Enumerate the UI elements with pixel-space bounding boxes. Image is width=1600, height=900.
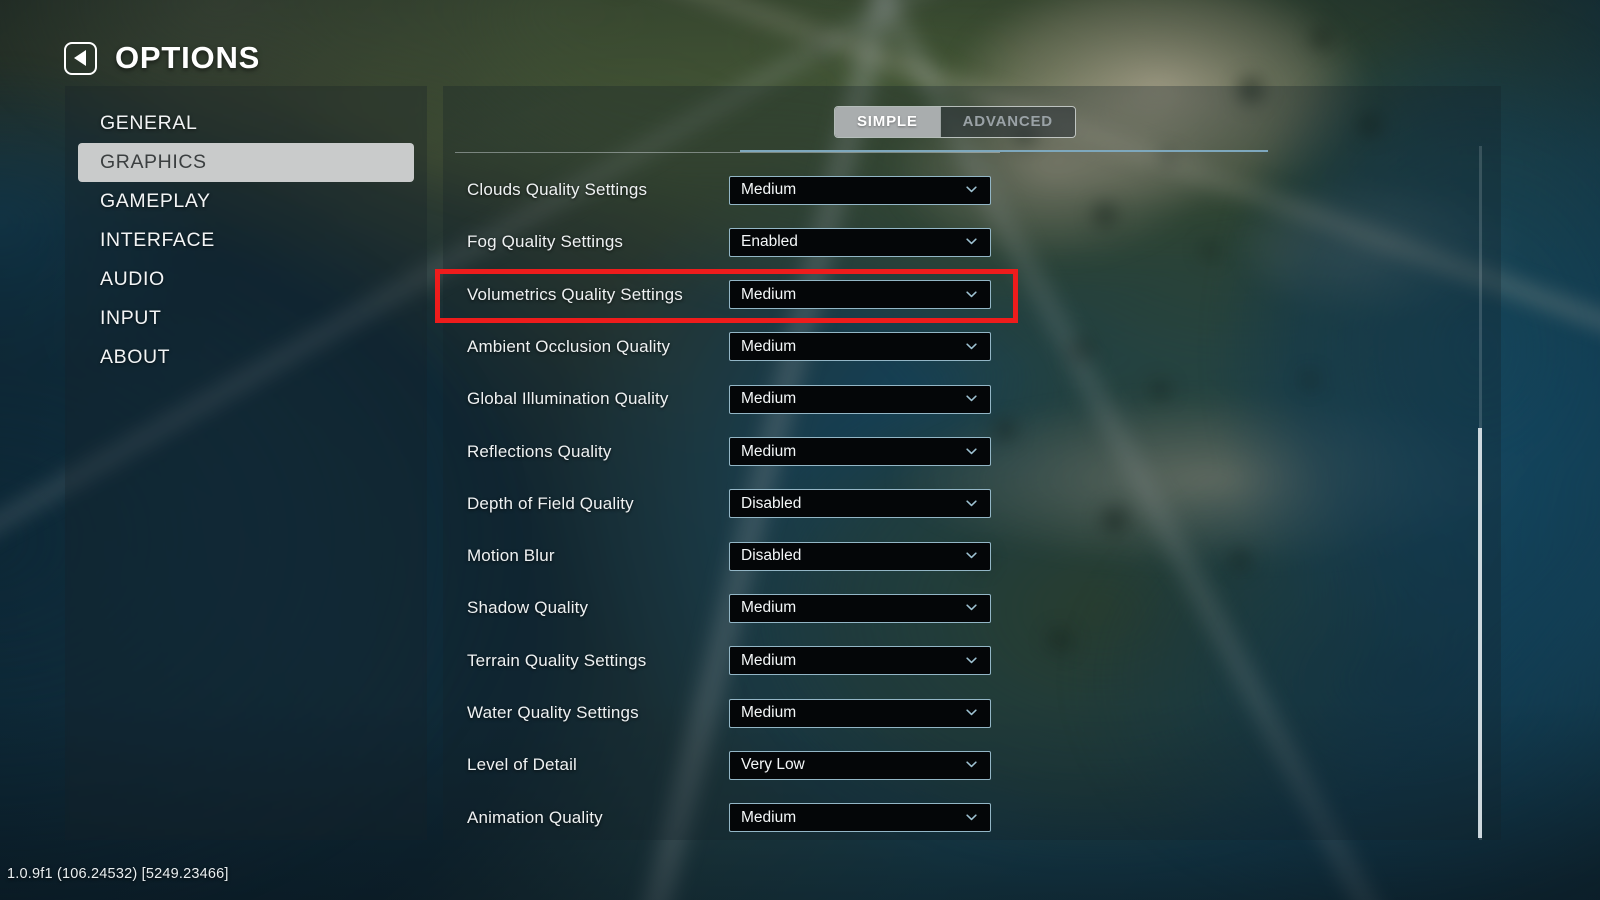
row-divider (455, 152, 1000, 153)
sidebar-item-label: GAMEPLAY (100, 190, 211, 212)
dropdown-value: Disabled (741, 494, 802, 512)
sidebar-item-label: GRAPHICS (100, 151, 207, 173)
setting-dropdown[interactable]: Very Low (729, 750, 991, 780)
setting-label: Volumetrics Quality Settings (467, 284, 683, 304)
chevron-down-icon (965, 392, 978, 405)
dropdown-value: Medium (741, 337, 797, 355)
setting-label: Clouds Quality Settings (467, 180, 648, 199)
back-arrow-icon (73, 50, 86, 66)
setting-dropdown[interactable]: Medium (729, 593, 991, 623)
setting-dropdown[interactable]: Disabled (729, 489, 991, 519)
sidebar-item-gameplay[interactable]: GAMEPLAY (78, 182, 414, 221)
back-button[interactable] (64, 41, 97, 75)
chevron-down-icon (965, 706, 978, 719)
sidebar-item-label: GENERAL (100, 112, 198, 134)
sidebar-item-interface[interactable]: INTERFACE (78, 221, 414, 260)
chevron-down-icon (965, 235, 978, 248)
setting-row: Shadow Quality Medium (467, 590, 1477, 626)
dropdown-value: Enabled (741, 233, 798, 251)
sidebar-item-label: ABOUT (100, 346, 171, 368)
setting-label: Ambient Occlusion Quality (467, 336, 671, 356)
dropdown-value: Medium (741, 390, 797, 408)
sidebar-item-graphics[interactable]: GRAPHICS (78, 143, 414, 182)
dropdown-value: Very Low (741, 756, 805, 774)
setting-dropdown[interactable]: Enabled (729, 227, 991, 257)
setting-dropdown[interactable]: Medium (729, 280, 991, 310)
chevron-down-icon (965, 758, 978, 771)
setting-row: Ambient Occlusion Quality Medium (467, 329, 1477, 365)
sidebar-item-about[interactable]: ABOUT (78, 338, 414, 377)
setting-row: Water Quality Settings Medium (467, 695, 1477, 731)
setting-label: Global Illumination Quality (467, 389, 669, 409)
setting-dropdown[interactable]: Medium (729, 698, 991, 728)
sidebar-item-audio[interactable]: AUDIO (78, 260, 414, 299)
setting-label: Reflections Quality (467, 441, 612, 461)
setting-label: Terrain Quality Settings (467, 650, 647, 670)
chevron-down-icon (965, 183, 978, 196)
setting-row: Animation Quality Medium (467, 800, 1477, 836)
scrollbar-thumb[interactable] (1478, 428, 1482, 838)
chevron-down-icon (965, 549, 978, 562)
setting-label: Fog Quality Settings (467, 232, 624, 252)
page-header: OPTIONS (64, 40, 260, 76)
version-label: 1.0.9f1 (106.24532) [5249.23466] (7, 866, 229, 882)
chevron-down-icon (965, 601, 978, 614)
dropdown-value: Medium (741, 704, 797, 721)
settings-list: Clouds Quality Settings Medium Fog Quality… (443, 86, 1501, 840)
sidebar-item-label: INPUT (100, 307, 162, 329)
setting-label: Level of Detail (467, 755, 577, 775)
setting-dropdown[interactable]: Medium (729, 332, 991, 362)
dropdown-value: Medium (741, 181, 797, 198)
options-screen: OPTIONS GENERAL GRAPHICS GAMEPLAY INTERFACE… (0, 0, 1600, 900)
setting-label: Water Quality Settings (467, 703, 639, 722)
chevron-down-icon (965, 654, 978, 667)
setting-label: Depth of Field Quality (467, 493, 634, 513)
setting-label: Motion Blur (467, 546, 555, 566)
setting-dropdown[interactable]: Medium (729, 437, 991, 466)
page-title: OPTIONS (115, 40, 261, 75)
sidebar-item-label: AUDIO (100, 268, 165, 290)
setting-row: Level of Detail Very Low (467, 747, 1477, 783)
dropdown-value: Disabled (741, 547, 802, 565)
setting-label: Shadow Quality (467, 598, 589, 618)
setting-dropdown[interactable]: Medium (729, 803, 991, 833)
setting-label: Animation Quality (467, 807, 603, 827)
sidebar-item-input[interactable]: INPUT (78, 299, 414, 338)
setting-row: Fog Quality Settings Enabled (467, 224, 1477, 260)
setting-row: Clouds Quality Settings Medium (467, 172, 1477, 208)
chevron-down-icon (965, 288, 978, 301)
dropdown-value: Medium (741, 442, 797, 460)
setting-row: Depth of Field Quality Disabled (467, 486, 1477, 522)
clipped-dropdown-edge (740, 150, 1268, 152)
setting-row: Reflections Quality Medium (467, 434, 1477, 470)
sidebar: GENERAL GRAPHICS GAMEPLAY INTERFACE AUDIO INP… (65, 86, 427, 840)
setting-row: Global Illumination Quality Medium (467, 381, 1477, 417)
sidebar-item-label: INTERFACE (100, 229, 215, 251)
settings-panel: SIMPLE ADVANCED Clouds Quality Settings Me… (443, 86, 1501, 840)
dropdown-value: Medium (741, 808, 797, 826)
setting-dropdown[interactable]: Medium (729, 384, 991, 414)
setting-dropdown[interactable]: Disabled (729, 541, 991, 571)
dropdown-value: Medium (741, 285, 797, 303)
dropdown-value: Medium (741, 599, 797, 617)
sidebar-item-general[interactable]: GENERAL (78, 104, 414, 143)
dropdown-value: Medium (741, 651, 797, 669)
chevron-down-icon (965, 445, 978, 458)
setting-row: Motion Blur Disabled (467, 538, 1477, 574)
setting-row: Terrain Quality Settings Medium (467, 643, 1477, 679)
clipped-setting-row (455, 86, 1465, 153)
chevron-down-icon (965, 340, 978, 353)
setting-row: Volumetrics Quality Settings Medium (467, 277, 1477, 313)
setting-dropdown[interactable]: Medium (729, 175, 991, 205)
setting-dropdown[interactable]: Medium (729, 646, 991, 676)
chevron-down-icon (965, 811, 978, 824)
chevron-down-icon (965, 497, 978, 510)
